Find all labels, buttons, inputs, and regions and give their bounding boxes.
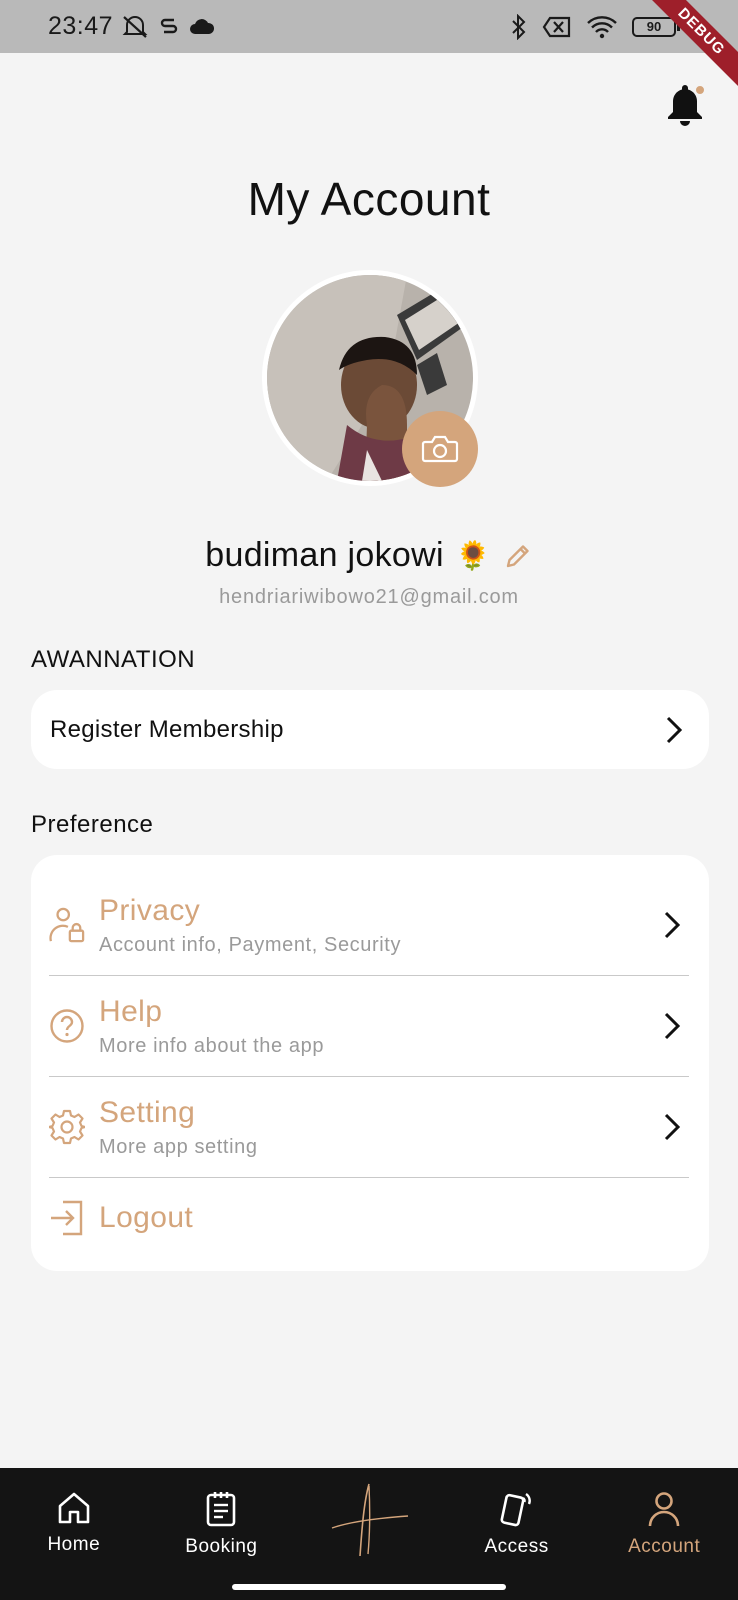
register-membership-label: Register Membership (50, 715, 284, 743)
nav-item-account[interactable]: Account (590, 1468, 738, 1568)
nav-label: Home (47, 1534, 101, 1555)
nav-item-home[interactable]: Home (0, 1468, 148, 1568)
logout-label: Logout (99, 1201, 194, 1234)
page-title: My Account (247, 173, 491, 225)
preference-item-subtitle: More info about the app (99, 1034, 325, 1057)
s-icon (160, 18, 178, 33)
logout-button[interactable]: Logout (49, 1178, 689, 1258)
preference-item-help[interactable]: Help More info about the app (49, 976, 689, 1077)
status-bar: 23:47 90 DEBUG (0, 0, 738, 94)
chevron-right-icon (664, 911, 681, 939)
camera-icon (421, 435, 459, 463)
access-phone-icon (500, 1492, 531, 1527)
bluetooth-icon (512, 13, 526, 40)
chevron-right-icon (666, 716, 683, 743)
nav-item-booking[interactable]: Booking (148, 1468, 296, 1568)
notification-badge (694, 84, 706, 96)
user-name: budiman jokowi (205, 536, 444, 574)
home-icon (58, 1492, 90, 1524)
preference-item-subtitle: More app setting (99, 1135, 258, 1158)
preference-item-title: Help (99, 994, 163, 1028)
no-sim-icon (542, 16, 571, 37)
preference-item-subtitle: Account info, Payment, Security (99, 933, 402, 956)
nav-label: Booking (185, 1536, 258, 1557)
bottom-nav: Home Booking Access Account (0, 1468, 738, 1600)
cloud-icon (190, 18, 215, 34)
home-indicator[interactable] (232, 1584, 506, 1590)
user-email: hendriariwibowo21@gmail.com (219, 586, 519, 608)
preference-item-title: Privacy (99, 893, 201, 927)
logout-icon (51, 1200, 83, 1236)
nav-item-access[interactable]: Access (443, 1468, 591, 1568)
nav-label: Account (628, 1536, 701, 1557)
preference-item-setting[interactable]: Setting More app setting (49, 1077, 689, 1178)
dnd-icon (122, 15, 148, 38)
booking-icon (207, 1492, 236, 1527)
preference-card: Privacy Account info, Payment, Security … (31, 855, 709, 1271)
chevron-right-icon (664, 1012, 681, 1040)
status-time: 23:47 (48, 12, 114, 40)
edit-pencil-icon[interactable] (503, 541, 533, 571)
battery-icon: 90 (632, 16, 680, 37)
brand-logo (331, 1483, 409, 1557)
user-lock-icon (49, 907, 85, 943)
sunflower-emoji: 🌻 (455, 540, 491, 571)
section-label-preference: Preference (31, 811, 154, 838)
section-label-awannation: AWANNATION (31, 646, 196, 673)
user-name-row: budiman jokowi 🌻 (0, 536, 738, 575)
account-icon (648, 1492, 680, 1527)
nav-item-brand[interactable] (295, 1468, 443, 1568)
change-photo-button[interactable] (402, 411, 478, 487)
preference-item-title: Setting (99, 1095, 196, 1129)
wifi-icon (587, 15, 617, 38)
preference-item-privacy[interactable]: Privacy Account info, Payment, Security (49, 875, 689, 976)
register-membership-button[interactable]: Register Membership (31, 690, 709, 769)
nav-label: Access (484, 1536, 549, 1557)
help-circle-icon (50, 1009, 84, 1043)
gear-icon (49, 1109, 85, 1145)
chevron-right-icon (664, 1113, 681, 1141)
